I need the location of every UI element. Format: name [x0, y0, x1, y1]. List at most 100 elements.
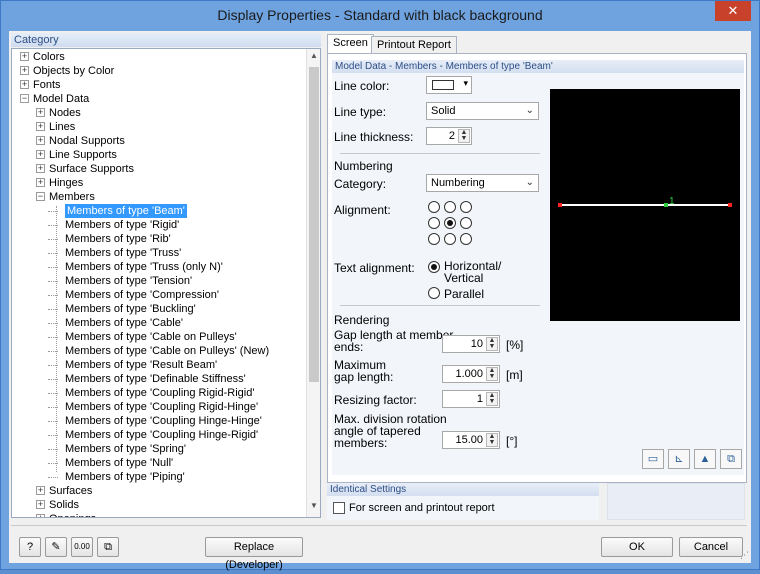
tree-item-label: Members of type 'Cable on Pulleys' (New)	[65, 345, 270, 357]
expand-icon[interactable]: +	[36, 178, 45, 187]
tree-item-label: Lines	[49, 121, 76, 133]
group-header: Model Data - Members - Members of type '…	[332, 60, 744, 73]
expand-icon[interactable]: +	[36, 122, 45, 131]
resizing-factor-spinner[interactable]: 1 ▲ ▼	[442, 390, 500, 408]
alignment-radio-bottom-left[interactable]	[428, 233, 440, 245]
preview-member-number: 1	[669, 196, 675, 207]
tree-item-label: Nodal Supports	[49, 135, 125, 147]
title-bar[interactable]: Display Properties - Standard with black…	[1, 1, 759, 29]
chevron-down-icon: ⌄	[525, 177, 534, 188]
number-format-icon[interactable]: 0.00	[71, 537, 93, 557]
scroll-up-icon[interactable]: ▲	[309, 51, 319, 63]
cancel-button[interactable]: Cancel	[679, 537, 743, 557]
chevron-down-icon: ⌄	[525, 105, 534, 116]
close-icon[interactable]: ✕	[715, 1, 751, 21]
tab-screen[interactable]: Screen	[327, 34, 374, 54]
gap-length-label-line2: ends:	[334, 340, 364, 354]
member-settings-group: Line color: ▾ Line type: Solid ⌄ Line th…	[332, 73, 744, 475]
max-division-label: Max. division rotation angle of tapered …	[334, 413, 447, 449]
identical-settings-side-panel	[607, 483, 745, 520]
tree-item-label: Members of type 'Rigid'	[65, 219, 180, 231]
line-color-picker[interactable]: ▾	[426, 76, 472, 94]
spin-arrows-icon[interactable]: ▲ ▼	[458, 129, 470, 143]
alignment-radio-bottom-center[interactable]	[444, 233, 456, 245]
line-color-swatch	[432, 80, 454, 90]
collapse-icon[interactable]: −	[36, 192, 45, 201]
expand-icon[interactable]: +	[36, 500, 45, 509]
tree-item-label: Model Data	[33, 93, 90, 105]
alignment-radio-top-right[interactable]	[460, 201, 472, 213]
copy-settings-icon[interactable]: ⧉	[97, 537, 119, 557]
line-color-label: Line color:	[334, 79, 390, 93]
tree-connector	[56, 206, 57, 472]
category-tree[interactable]: ▲ ▼ + Colors + Objects by Color + Fonts − Model…	[11, 48, 321, 518]
alignment-radio-bottom-right[interactable]	[460, 233, 472, 245]
alignment-radio-top-left[interactable]	[428, 201, 440, 213]
numbering-category-select[interactable]: Numbering ⌄	[426, 174, 539, 192]
spin-arrows-icon[interactable]: ▲ ▼	[486, 433, 498, 447]
expand-icon[interactable]: +	[36, 150, 45, 159]
horizontal-vertical-radio[interactable]	[428, 261, 440, 273]
expand-icon[interactable]: +	[36, 108, 45, 117]
max-gap-value: 1.000	[455, 368, 483, 380]
alignment-radio-top-center[interactable]	[444, 201, 456, 213]
max-gap-spinner[interactable]: 1.000 ▲ ▼	[442, 365, 500, 383]
preview-view-icon[interactable]: ▭	[642, 449, 664, 469]
tree-item-label: Members of type 'Null'	[65, 457, 174, 469]
axes-icon[interactable]: ⊾	[668, 449, 690, 469]
ok-button[interactable]: OK	[601, 537, 673, 557]
expand-icon[interactable]: +	[20, 66, 29, 75]
alignment-label: Alignment:	[334, 203, 391, 217]
expand-icon[interactable]: +	[20, 80, 29, 89]
collapse-icon[interactable]: −	[20, 94, 29, 103]
category-header: Category	[11, 33, 321, 47]
replace-developer-button[interactable]: Replace (Developer)	[205, 537, 303, 571]
screen-printout-checkbox[interactable]	[333, 502, 345, 514]
line-thickness-spinner[interactable]: 2 ▲ ▼	[426, 127, 472, 145]
tree-item-label: Members of type 'Compression'	[65, 289, 219, 301]
max-division-spinner[interactable]: 15.00 ▲ ▼	[442, 431, 500, 449]
resizing-factor-label: Resizing factor:	[334, 393, 417, 407]
gap-length-spinner[interactable]: 10 ▲ ▼	[442, 335, 500, 353]
max-division-value: 15.00	[455, 434, 483, 446]
tree-item-label: Members of type 'Truss'	[65, 247, 182, 259]
scroll-down-icon[interactable]: ▼	[309, 501, 319, 513]
expand-icon[interactable]: +	[36, 514, 45, 517]
resizing-factor-value: 1	[476, 393, 483, 405]
spin-arrows-icon[interactable]: ▲ ▼	[486, 392, 498, 406]
alignment-radio-middle-left[interactable]	[428, 217, 440, 229]
expand-icon[interactable]: +	[36, 136, 45, 145]
scroll-thumb[interactable]	[309, 67, 319, 382]
copy-view-icon[interactable]: ⧉	[720, 449, 742, 469]
max-gap-unit: [m]	[506, 368, 523, 382]
expand-icon[interactable]: +	[36, 164, 45, 173]
help-icon[interactable]: ?	[19, 537, 41, 557]
dialog-client: Category ▲ ▼ + Colors + Objects by Color + Fo…	[9, 31, 751, 571]
tree-item-label: Members of type 'Piping'	[65, 471, 185, 483]
divider	[340, 153, 540, 154]
alignment-radio-center[interactable]	[444, 217, 456, 229]
render-icon[interactable]: ▲	[694, 449, 716, 469]
horizontal-vertical-label: Horizontal/ Vertical	[444, 260, 501, 284]
alignment-radio-middle-right[interactable]	[460, 217, 472, 229]
expand-icon[interactable]: +	[36, 486, 45, 495]
tree-item-label: Members of type 'Coupling Rigid-Rigid'	[65, 387, 255, 399]
tree-item-label: Openings	[49, 512, 96, 517]
line-type-select[interactable]: Solid ⌄	[426, 102, 539, 120]
vertical-text: Vertical	[444, 271, 484, 285]
edit-icon[interactable]: ✎	[45, 537, 67, 557]
resize-grip-icon[interactable]: ⋰	[740, 550, 749, 561]
window-title: Display Properties - Standard with black…	[217, 7, 543, 23]
tree-item-label: Members of type 'Rib'	[65, 233, 171, 245]
tree-item-label: Hinges	[49, 177, 84, 189]
spin-arrows-icon[interactable]: ▲ ▼	[486, 367, 498, 381]
max-division-unit: [°]	[506, 434, 518, 448]
expand-icon[interactable]: +	[20, 52, 29, 61]
parallel-radio[interactable]	[428, 287, 440, 299]
tree-scrollbar[interactable]: ▲ ▼	[306, 49, 320, 517]
gap-length-value: 10	[470, 338, 483, 350]
preview-start-node	[558, 203, 562, 207]
tab-printout-report[interactable]: Printout Report	[371, 36, 457, 54]
line-type-label: Line type:	[334, 105, 387, 119]
spin-arrows-icon[interactable]: ▲ ▼	[486, 337, 498, 351]
